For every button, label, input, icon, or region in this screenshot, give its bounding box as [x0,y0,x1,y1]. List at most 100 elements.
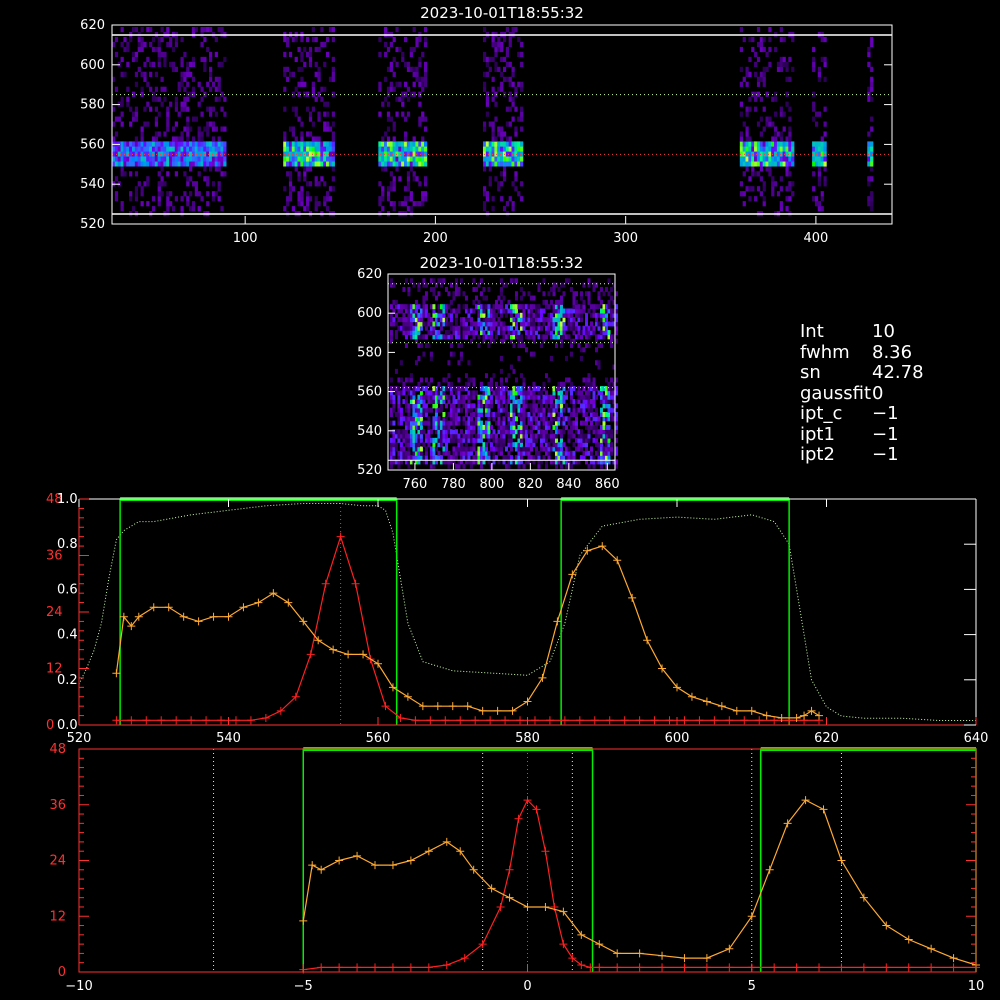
heatmap-pixel [791,156,795,162]
velocity-panel: −10 −5 0 5 10012243648 [49,742,984,994]
heatmap-pixel [745,161,749,167]
heatmap-pixel [592,286,596,292]
heatmap-pixel [532,442,536,448]
heatmap-pixel [191,141,196,147]
orange-point [112,669,121,678]
heatmap-pixel [547,450,551,456]
heatmap-pixel [223,171,227,177]
red-point [321,579,330,588]
heatmap-pixel [467,360,471,366]
orange-point [800,711,809,720]
heatmap-pixel [409,278,413,284]
heatmap-pixel [320,96,324,102]
heatmap-pixel [562,442,566,448]
heatmap-pixel [779,66,783,72]
heatmap-pixel [820,146,824,152]
heatmap-pixel [511,96,515,102]
heatmap-pixel [166,206,170,212]
heatmap-pixel [166,116,170,122]
heatmap-pixel [505,141,510,147]
heatmap-pixel [404,342,408,348]
heatmap-pixel [572,450,576,456]
heatmap-pixel [180,106,184,112]
y-tick-label: 600 [357,306,382,321]
heatmap-pixel [406,196,411,202]
heatmap-pixel [183,141,187,147]
heatmap-pixel [114,191,119,197]
heatmap-pixel [140,26,144,33]
heatmap-pixel [439,325,443,331]
heatmap-pixel [779,111,783,117]
heatmap-pixel [137,46,141,53]
heatmap-pixel [140,131,144,137]
heatmap-pixel [378,196,382,202]
red-point [486,716,495,725]
heatmap-pixel [397,463,401,469]
heatmap-pixel [508,41,512,48]
heatmap-pixel [151,36,156,43]
heatmap-pixel [220,146,224,152]
heatmap-pixel [477,342,481,348]
heatmap-pixel [870,66,874,72]
heatmap-pixel [485,111,490,117]
heatmap-pixel [220,26,224,33]
heatmap-pixel [223,141,227,147]
heatmap-pixel [817,156,822,162]
heatmap-pixel [494,151,498,157]
heatmap-pixel [867,131,871,137]
heatmap-pixel [511,161,515,167]
left-scale-label: 0.0 [57,718,78,733]
heatmap-pixel [549,420,553,426]
heatmap-pixel [163,61,167,68]
heatmap-pixel [209,76,213,82]
heatmap-pixel [160,156,164,162]
heatmap-pixel [592,325,596,331]
heatmap-pixel [502,76,507,82]
heatmap-pixel [394,299,398,305]
filter-window [302,748,594,972]
heatmap-pixel [572,433,576,439]
heatmap-pixel [512,424,516,430]
heatmap-pixel [587,295,591,301]
orange-point [553,617,562,626]
heatmap-pixel [206,26,210,33]
heatmap-pixel [488,56,492,63]
heatmap-pixel [419,390,423,396]
red-point [665,716,674,725]
heatmap-pixel [582,386,586,392]
heatmap-pixel [552,286,556,292]
orange-point [643,636,652,645]
heatmap-pixel [762,146,766,152]
heatmap-pixel [283,141,287,147]
heatmap-pixel [126,86,130,92]
heatmap-pixel [395,156,399,162]
heatmap-pixel [401,151,405,157]
heatmap-pixel [502,66,507,72]
heatmap-pixel [505,61,510,68]
heatmap-pixel [154,106,159,112]
heatmap-pixel [549,330,553,336]
heatmap-pixel [820,191,824,197]
red-point [770,963,779,972]
orange-point [523,902,532,911]
heatmap-pixel [574,411,578,417]
orange-point [523,697,532,706]
heatmap-pixel [171,136,176,142]
heatmap-pixel [771,186,775,192]
heatmap-pixel [754,71,758,77]
heatmap-pixel [404,136,408,142]
heatmap-pixel [169,191,173,197]
top-heatmap-panel: 520540560580600620100 200 300 4002023-10-01… [80,4,893,246]
heatmap-pixel [774,181,778,187]
heatmap-pixel [146,161,150,167]
heatmap-pixel [589,407,593,413]
heatmap-pixel [517,161,521,167]
heatmap-pixel [447,330,451,336]
heatmap-pixel [217,26,221,33]
heatmap-pixel [812,66,816,72]
heatmap-pixel [482,51,487,58]
heatmap-pixel [814,111,819,117]
red-point [859,963,868,972]
heatmap-pixel [317,136,321,142]
heatmap-pixel [587,437,591,443]
